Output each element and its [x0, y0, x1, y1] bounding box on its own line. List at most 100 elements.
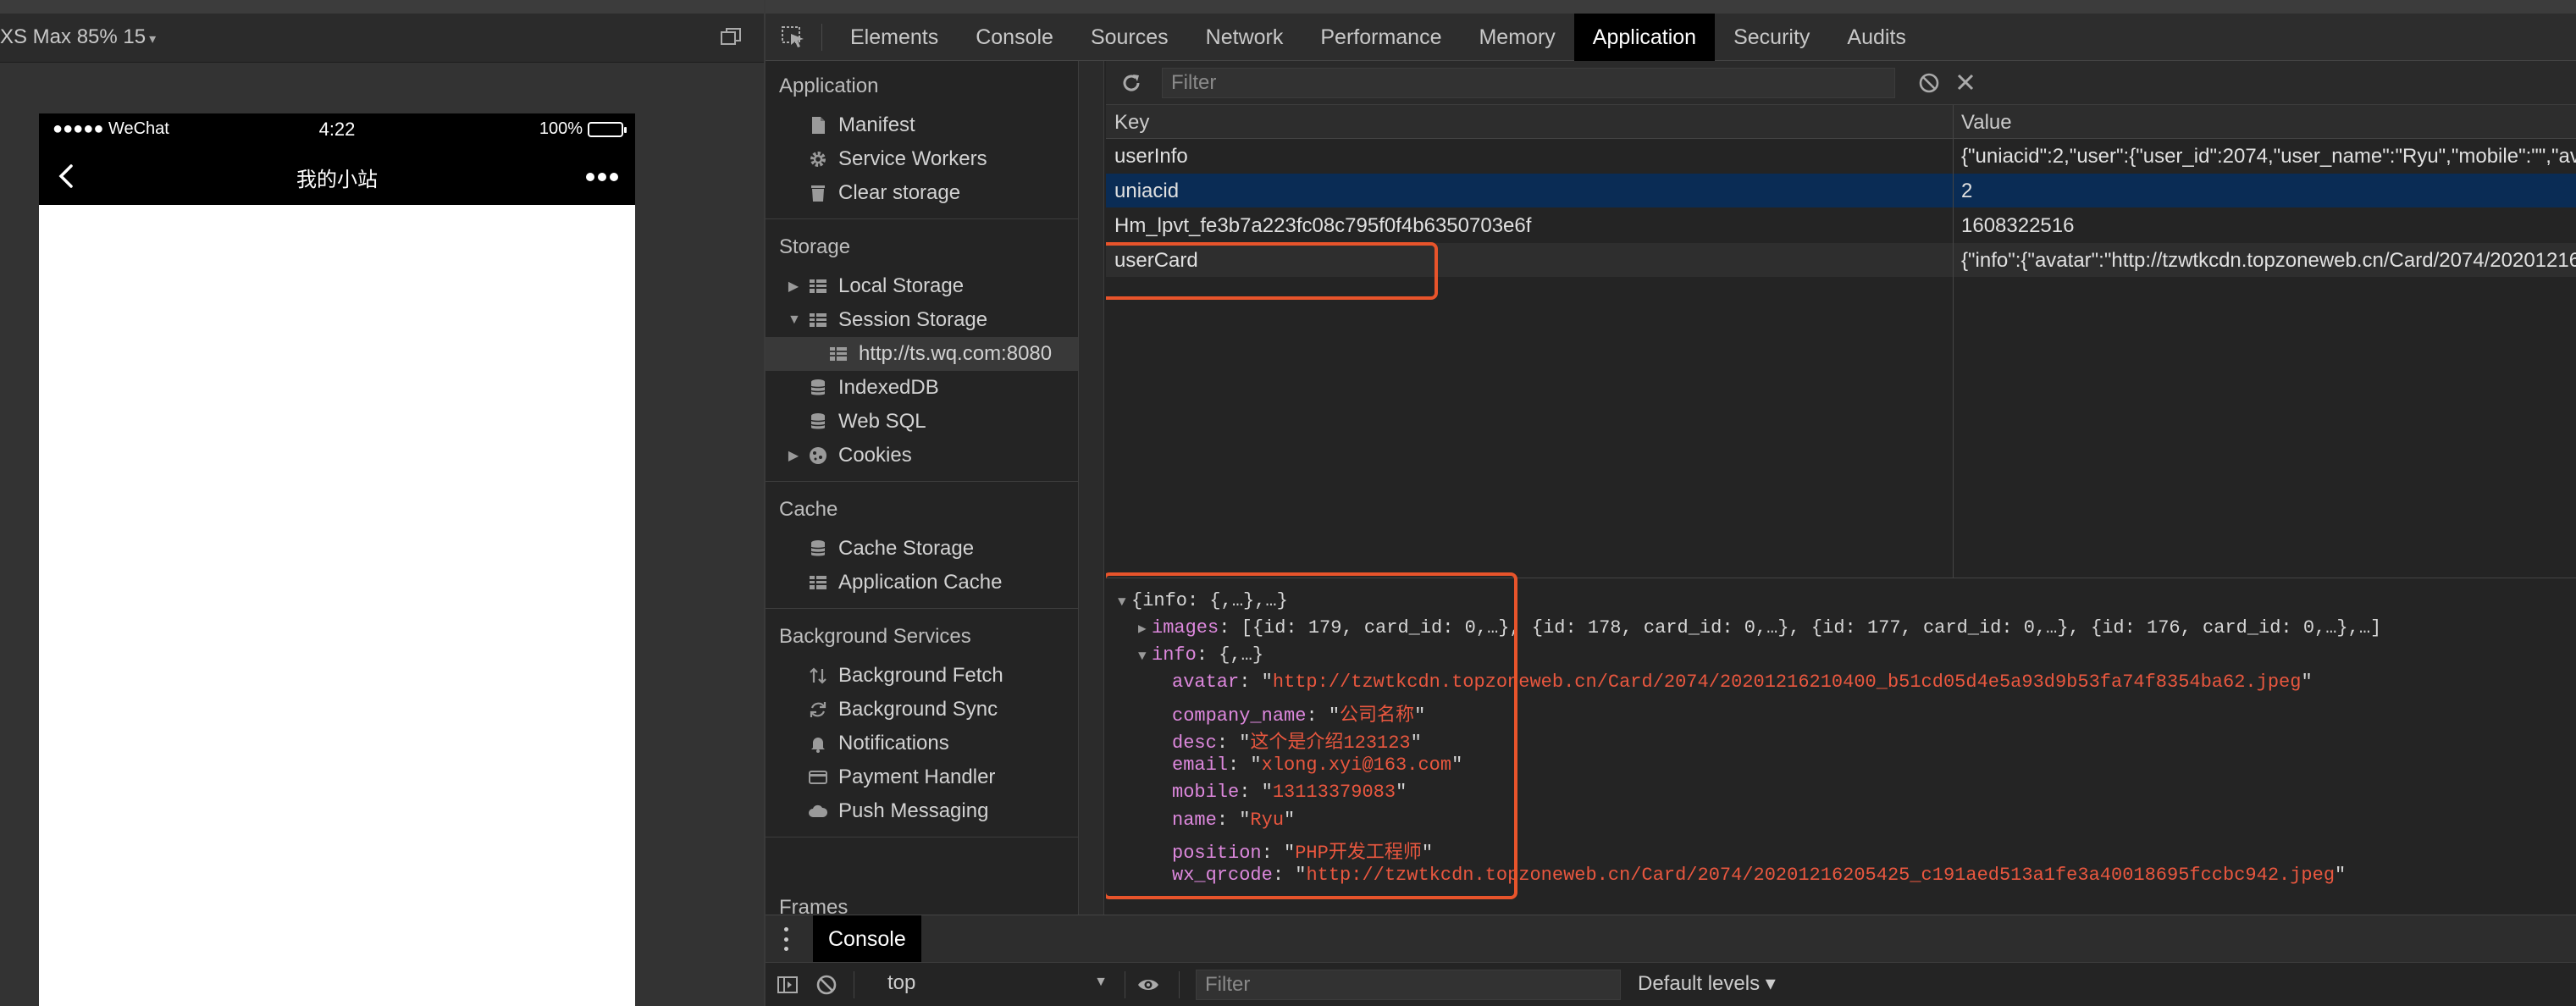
preview-images-value: [{id: 179, card_id: 0,…}, {id: 178, card…	[1241, 617, 2382, 638]
sidebar-item-manifest[interactable]: Manifest	[766, 108, 1078, 142]
delete-selected-icon[interactable]	[1954, 71, 1976, 93]
sidebar-item-notifications[interactable]: Notifications	[766, 727, 1078, 760]
sidebar-separator	[766, 481, 1078, 482]
eye-icon[interactable]	[1136, 973, 1160, 997]
preview-string-value: 这个是介绍123123	[1250, 732, 1411, 754]
sync-icon	[810, 702, 826, 717]
table-row[interactable]: Hm_lpvt_fe3b7a223fc08c795f0f4b6350703e6f…	[1106, 208, 2576, 242]
sidebar-item-background-fetch[interactable]: Background Fetch	[766, 659, 1078, 693]
sidebar-item-clear-storage[interactable]: Clear storage	[766, 176, 1078, 210]
tab-security[interactable]: Security	[1715, 14, 1828, 61]
tab-console[interactable]: Console	[957, 14, 1072, 61]
sidebar-item-cache-storage[interactable]: Cache Storage	[766, 532, 1078, 566]
sidebar-separator	[766, 608, 1078, 609]
grid-icon	[830, 347, 847, 361]
sidebar-item-payment-handler[interactable]: Payment Handler	[766, 760, 1078, 794]
grid-icon	[810, 576, 826, 589]
page-title: 我的小站	[296, 169, 378, 191]
sidebar-item-label: Service Workers	[838, 147, 987, 170]
preview-key: company_name	[1172, 705, 1307, 727]
sidebar-item-label: Manifest	[838, 113, 915, 136]
phone-viewport[interactable]: ●●●●● WeChat 4:22 100% 我的小站	[39, 113, 635, 1006]
cell-value: {"info":{"avatar":"http://tzwtkcdn.topzo…	[1961, 249, 2576, 272]
grid-icon	[810, 313, 826, 327]
console-filter-input[interactable]	[1196, 970, 1621, 1000]
preview-key: desc	[1172, 732, 1217, 754]
document-icon	[812, 117, 825, 134]
preview-field[interactable]: name: "Ryu"	[1172, 810, 1295, 831]
sidebar-item-push-messaging[interactable]: Push Messaging	[766, 794, 1078, 828]
tab-console-drawer[interactable]: Console	[813, 915, 921, 963]
preview-root[interactable]: ▼ {info: {,…},…}	[1118, 590, 1288, 611]
table-row[interactable]: userInfo {"uniacid":2,"user":{"user_id":2…	[1106, 139, 2576, 173]
tab-sources[interactable]: Sources	[1072, 14, 1187, 61]
screen: XS Max 85% 15 ▾ ●●●●● WeChat 4:22 100% 我…	[0, 0, 2576, 1006]
sidebar-item-label: Payment Handler	[838, 766, 996, 788]
sidebar-item-web-sql[interactable]: Web SQL	[766, 405, 1078, 439]
tab-performance[interactable]: Performance	[1302, 14, 1460, 61]
clear-all-icon[interactable]	[1917, 71, 1941, 95]
expand-arrow-icon[interactable]: ▶	[788, 447, 799, 464]
tab-memory[interactable]: Memory	[1460, 14, 1573, 61]
sidebar-item-background-sync[interactable]: Background Sync	[766, 693, 1078, 727]
sidebar-item-session-origin[interactable]: http://ts.wq.com:8080	[766, 337, 1078, 371]
more-vertical-icon[interactable]	[782, 927, 789, 951]
sidebar-item-label: Push Messaging	[838, 799, 989, 822]
column-header-key[interactable]: Key	[1114, 111, 1149, 135]
cell-key: Hm_lpvt_fe3b7a223fc08c795f0f4b6350703e6f	[1114, 214, 1532, 237]
devtools-tabs: Elements Console Sources Network Performance…	[832, 14, 1925, 61]
preview-info[interactable]: ▼ info: {,…}	[1138, 644, 1263, 666]
context-selector-value: top	[887, 971, 916, 994]
preview-field[interactable]: mobile: "13113379083"	[1172, 782, 1407, 803]
clear-console-icon[interactable]	[815, 973, 838, 997]
preview-string-value: http://tzwtkcdn.topzoneweb.cn/Card/2074/…	[1306, 864, 2336, 886]
context-selector[interactable]: top ▼	[887, 971, 1108, 998]
sidebar-item-indexeddb[interactable]: IndexedDB	[766, 371, 1078, 405]
cell-key: userInfo	[1114, 145, 1188, 168]
filter-input[interactable]	[1162, 68, 1895, 98]
tabbar-separator	[821, 24, 822, 51]
preview-images[interactable]: ▶ images: [{id: 179, card_id: 0,…}, {id: …	[1138, 617, 2381, 638]
preview-key: images	[1152, 617, 1219, 638]
storage-toolbar	[1106, 61, 2576, 105]
preview-field[interactable]: company_name: "公司名称"	[1172, 699, 1425, 727]
sidebar-item-label: Session Storage	[838, 308, 988, 331]
sidebar-item-session-storage[interactable]: ▼ Session Storage	[766, 303, 1078, 337]
sidebar-item-local-storage[interactable]: ▶ Local Storage	[766, 269, 1078, 303]
device-toolbar: XS Max 85% 15 ▾	[0, 14, 764, 63]
trash-icon	[811, 185, 825, 202]
tab-audits[interactable]: Audits	[1828, 14, 1924, 61]
preview-field[interactable]: position: "PHP开发工程师"	[1172, 837, 1433, 864]
tab-application[interactable]: Application	[1573, 14, 1716, 61]
device-selector[interactable]: XS Max 85% 15 ▾	[0, 25, 156, 49]
preview-key: email	[1172, 754, 1229, 776]
sidebar-item-application-cache[interactable]: Application Cache	[766, 566, 1078, 600]
expand-arrow-icon[interactable]: ▶	[788, 278, 799, 295]
table-row[interactable]: uniacid 2	[1106, 174, 2576, 207]
cookie-icon	[810, 447, 826, 464]
preview-field[interactable]: wx_qrcode: "http://tzwtkcdn.topzoneweb.c…	[1172, 865, 2346, 886]
table-row[interactable]: userCard {"info":{"avatar":"http://tzwtkc…	[1106, 243, 2576, 277]
preview-field[interactable]: email: "xlong.xyi@163.com"	[1172, 754, 1462, 776]
column-divider	[1953, 105, 1954, 578]
preview-field[interactable]: desc: "这个是介绍123123"	[1172, 727, 1422, 754]
sidebar-resize-divider[interactable]	[1079, 61, 1104, 915]
preview-string-value: Ryu	[1250, 809, 1285, 831]
preview-field[interactable]: avatar: "http://tzwtkcdn.topzoneweb.cn/C…	[1172, 672, 2313, 693]
collapse-arrow-icon[interactable]: ▼	[788, 312, 801, 328]
gear-icon	[810, 152, 826, 167]
sidebar-toggle-icon[interactable]	[776, 973, 799, 997]
inspect-element-icon[interactable]	[781, 25, 806, 49]
phone-status-bar: ●●●●● WeChat 4:22 100%	[39, 113, 635, 146]
tab-elements[interactable]: Elements	[832, 14, 957, 61]
tab-network[interactable]: Network	[1187, 14, 1302, 61]
preview-root-text: {info: {,…},…}	[1131, 590, 1288, 611]
more-icon[interactable]	[586, 164, 620, 190]
preview-string-value: PHP开发工程师	[1295, 843, 1422, 864]
device-mode-icon[interactable]	[720, 27, 742, 47]
sidebar-item-cookies[interactable]: ▶ Cookies	[766, 439, 1078, 473]
column-header-value[interactable]: Value	[1961, 111, 2012, 135]
sidebar-item-service-workers[interactable]: Service Workers	[766, 142, 1078, 176]
refresh-icon[interactable]	[1119, 71, 1143, 95]
log-levels-dropdown[interactable]: Default levels ▾	[1638, 971, 1776, 996]
